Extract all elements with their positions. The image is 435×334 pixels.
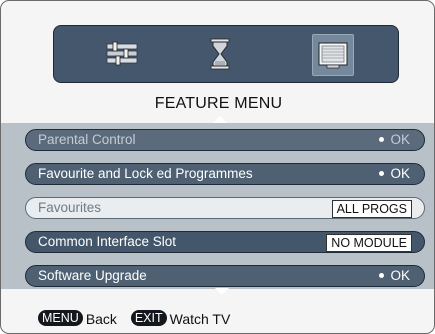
menu-panel: Parental Control OK Favourite and Lock e… <box>1 123 434 289</box>
menu-item-label: Parental Control <box>38 132 136 147</box>
menu-title: FEATURE MENU <box>154 95 283 112</box>
menu-item-value: OK <box>390 268 410 283</box>
menu-item-label: Software Upgrade <box>38 268 147 283</box>
menu-item-software-upgrade[interactable]: Software Upgrade OK <box>25 265 425 287</box>
exit-key-button[interactable]: EXIT <box>130 310 167 327</box>
scroll-up-arrow-icon[interactable] <box>213 116 227 123</box>
feature-menu-window: FEATURE MENU Parental Control OK Favouri… <box>0 0 435 334</box>
tv-screen-icon[interactable] <box>312 34 354 76</box>
settings-sliders-icon[interactable] <box>102 34 142 74</box>
footer-hints: MENU Back EXIT Watch TV <box>1 301 434 333</box>
menu-item-common-interface-slot[interactable]: Common Interface Slot NO MODULE <box>25 231 425 253</box>
menu-item-value: OK <box>390 166 410 181</box>
ok-indicator: OK <box>379 164 410 184</box>
bullet-icon <box>379 272 385 278</box>
module-value-box[interactable]: NO MODULE <box>326 234 412 252</box>
ok-indicator: OK <box>379 266 410 286</box>
menu-key-button[interactable]: MENU <box>38 310 83 327</box>
menu-item-parental-control[interactable]: Parental Control OK <box>25 129 425 151</box>
back-hint-label: Back <box>85 311 117 328</box>
category-icon-bar <box>53 25 399 83</box>
menu-item-favourite-lock-programmes[interactable]: Favourite and Lock ed Programmes OK <box>25 163 425 185</box>
menu-item-value: OK <box>390 132 410 147</box>
scroll-down-arrow-icon[interactable] <box>215 288 229 295</box>
bullet-icon <box>379 136 385 142</box>
favourites-value-box[interactable]: ALL PROGS <box>331 200 412 218</box>
bullet-icon <box>379 170 385 176</box>
menu-item-label: Favourites <box>38 200 102 215</box>
menu-item-favourites[interactable]: Favourites ALL PROGS <box>25 197 425 219</box>
menu-item-label: Common Interface Slot <box>38 234 177 249</box>
ok-indicator: OK <box>379 130 410 150</box>
watch-tv-hint-label: Watch TV <box>169 311 231 328</box>
hourglass-timer-icon[interactable] <box>200 34 240 74</box>
menu-item-label: Favourite and Lock ed Programmes <box>38 166 253 181</box>
